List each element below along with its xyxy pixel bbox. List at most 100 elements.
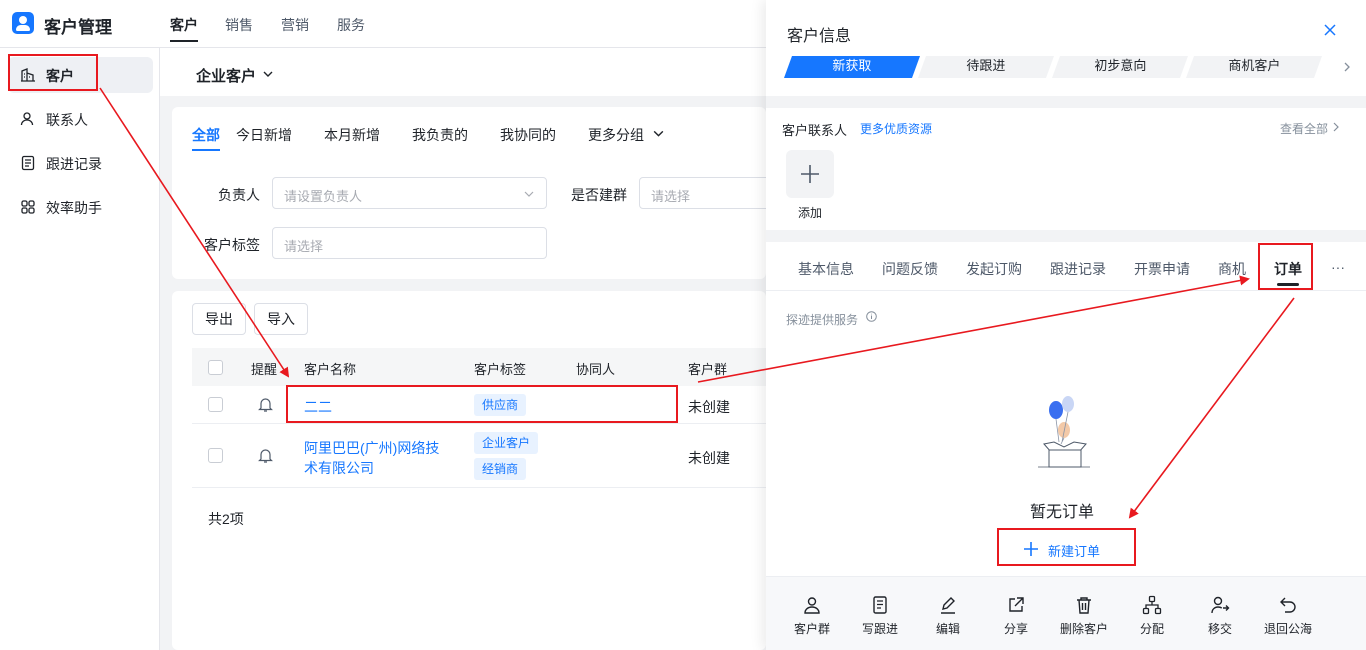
stage-follow[interactable]: 待跟进 bbox=[917, 56, 1055, 78]
stage-opportunity[interactable]: 商机客户 bbox=[1185, 56, 1323, 78]
chevron-down-icon[interactable] bbox=[652, 127, 665, 140]
topnav-sales[interactable]: 销售 bbox=[225, 15, 253, 35]
more-resources-link[interactable]: 更多优质资源 bbox=[860, 120, 932, 137]
trash-icon bbox=[1077, 597, 1091, 614]
view-title-dropdown[interactable]: 企业客户 bbox=[196, 65, 256, 86]
row-checkbox[interactable] bbox=[208, 448, 223, 463]
customer-name-link-line2[interactable]: 术有限公司 bbox=[304, 458, 374, 478]
owner-label: 负责人 bbox=[218, 187, 260, 203]
sidebar-item-label: 效率助手 bbox=[46, 200, 102, 216]
action-label: 移交 bbox=[1207, 622, 1232, 636]
row-checkbox[interactable] bbox=[208, 397, 223, 412]
col-group[interactable]: 客户群 bbox=[688, 359, 727, 378]
action-label: 写跟进 bbox=[861, 622, 898, 636]
contacts-title: 客户联系人 bbox=[782, 123, 848, 138]
action-label: 分享 bbox=[1003, 622, 1028, 636]
sidebar: 客户 联系人 跟进记录 效率助手 bbox=[0, 48, 160, 650]
topnav-service[interactable]: 服务 bbox=[337, 15, 365, 35]
group-select[interactable]: 请选择 bbox=[639, 177, 779, 209]
tab-mine[interactable]: 我负责的 bbox=[412, 125, 468, 145]
bell-icon[interactable] bbox=[258, 396, 273, 413]
action-share[interactable]: 分享 bbox=[986, 595, 1046, 637]
user-icon bbox=[20, 112, 34, 126]
divider bbox=[766, 290, 1366, 291]
tab-month[interactable]: 本月新增 bbox=[324, 125, 380, 145]
filter-card: 全部 今日新增 本月新增 我负责的 我协同的 更多分组 负责人 请设置负责人 是… bbox=[172, 107, 779, 279]
divider bbox=[766, 96, 1366, 108]
apps-icon bbox=[21, 200, 35, 214]
stage-label: 初步意向 bbox=[1094, 58, 1147, 73]
tab-feedback[interactable]: 问题反馈 bbox=[882, 259, 938, 279]
action-write-followup[interactable]: 写跟进 bbox=[850, 595, 910, 637]
action-customer-group[interactable]: 客户群 bbox=[782, 595, 842, 637]
tab-basic-info[interactable]: 基本信息 bbox=[798, 259, 854, 279]
chevron-right-icon[interactable] bbox=[1332, 121, 1340, 133]
action-return-pool[interactable]: 退回公海 bbox=[1258, 595, 1318, 637]
divider bbox=[766, 230, 1366, 242]
tab-followups[interactable]: 跟进记录 bbox=[1050, 259, 1106, 279]
table-header: 提醒 客户名称 客户标签 协同人 客户群 bbox=[192, 348, 766, 386]
customer-name-link[interactable]: 阿里巴巴(广州)网络技 bbox=[304, 438, 439, 458]
group-placeholder: 请选择 bbox=[651, 189, 691, 204]
action-edit[interactable]: 编辑 bbox=[918, 595, 978, 637]
tag-label: 客户标签 bbox=[204, 237, 260, 253]
stage-new[interactable]: 新获取 bbox=[783, 56, 921, 78]
drawer-title: 客户信息 bbox=[787, 28, 852, 45]
sidebar-item-contacts[interactable]: 联系人 bbox=[8, 101, 153, 137]
tab-all[interactable]: 全部 bbox=[192, 125, 220, 145]
tab-subscribe[interactable]: 发起订购 bbox=[966, 259, 1022, 279]
action-label: 客户群 bbox=[793, 622, 830, 636]
group-status: 未创建 bbox=[688, 399, 730, 415]
user-group-icon bbox=[804, 597, 820, 614]
table-row[interactable]: 阿里巴巴(广州)网络技 术有限公司 企业客户 经销商 未创建 bbox=[192, 424, 766, 488]
tab-today[interactable]: 今日新增 bbox=[236, 125, 292, 145]
more-tabs-button[interactable]: ··· bbox=[1331, 259, 1345, 275]
tab-invoice[interactable]: 开票申请 bbox=[1134, 259, 1190, 279]
tag-select[interactable]: 请选择 bbox=[272, 227, 547, 259]
action-delete-customer[interactable]: 删除客户 bbox=[1054, 595, 1114, 637]
active-tab-indicator bbox=[192, 149, 220, 151]
hierarchy-icon bbox=[1142, 595, 1162, 615]
app-logo-icon bbox=[12, 12, 34, 34]
empty-state-text: 暂无订单 bbox=[1030, 504, 1095, 521]
view-all-link[interactable]: 查看全部 bbox=[1280, 120, 1328, 137]
sidebar-item-assistant[interactable]: 效率助手 bbox=[8, 189, 153, 225]
chevron-right-icon[interactable] bbox=[1342, 61, 1352, 73]
tab-opportunity[interactable]: 商机 bbox=[1218, 259, 1246, 279]
col-tags[interactable]: 客户标签 bbox=[474, 359, 526, 378]
owner-placeholder: 请设置负责人 bbox=[284, 189, 363, 204]
action-transfer[interactable]: 移交 bbox=[1190, 595, 1250, 637]
import-button[interactable]: 导入 bbox=[254, 303, 308, 335]
app-title: 客户管理 bbox=[44, 18, 112, 37]
add-contact-label: 添加 bbox=[798, 206, 823, 220]
owner-select[interactable]: 请设置负责人 bbox=[272, 177, 547, 209]
sidebar-item-label: 联系人 bbox=[46, 112, 88, 128]
highlight-sidebar-customer bbox=[8, 54, 98, 91]
topnav-marketing[interactable]: 营销 bbox=[281, 15, 309, 35]
tag-placeholder: 请选择 bbox=[284, 239, 324, 254]
col-collaborator[interactable]: 协同人 bbox=[576, 359, 615, 378]
export-button[interactable]: 导出 bbox=[192, 303, 246, 335]
chevron-down-icon bbox=[524, 191, 534, 197]
info-icon[interactable] bbox=[866, 311, 877, 322]
close-icon[interactable] bbox=[1322, 22, 1338, 38]
tab-more-groups[interactable]: 更多分组 bbox=[588, 125, 644, 145]
action-label: 分配 bbox=[1139, 622, 1164, 636]
table-card: 导出 导入 提醒 客户名称 客户标签 协同人 客户群 二二 供应商 未创建 阿里… bbox=[172, 291, 766, 650]
topnav-customer[interactable]: 客户 bbox=[170, 15, 198, 42]
action-assign[interactable]: 分配 bbox=[1122, 595, 1182, 637]
select-all-checkbox[interactable] bbox=[208, 360, 223, 375]
plus-icon bbox=[801, 165, 819, 183]
total-count: 共2项 bbox=[208, 511, 244, 527]
chevron-down-icon[interactable] bbox=[262, 68, 274, 80]
bell-icon[interactable] bbox=[258, 447, 273, 464]
sidebar-item-followups[interactable]: 跟进记录 bbox=[8, 145, 153, 181]
customer-tag: 经销商 bbox=[474, 458, 527, 480]
stage-intent[interactable]: 初步意向 bbox=[1051, 56, 1189, 78]
col-name[interactable]: 客户名称 bbox=[304, 359, 356, 378]
tab-collab[interactable]: 我协同的 bbox=[500, 125, 556, 145]
transfer-user-icon bbox=[1211, 596, 1230, 614]
action-label: 编辑 bbox=[935, 622, 960, 636]
add-contact-button[interactable] bbox=[786, 150, 834, 198]
view-header: 企业客户 bbox=[160, 48, 766, 96]
